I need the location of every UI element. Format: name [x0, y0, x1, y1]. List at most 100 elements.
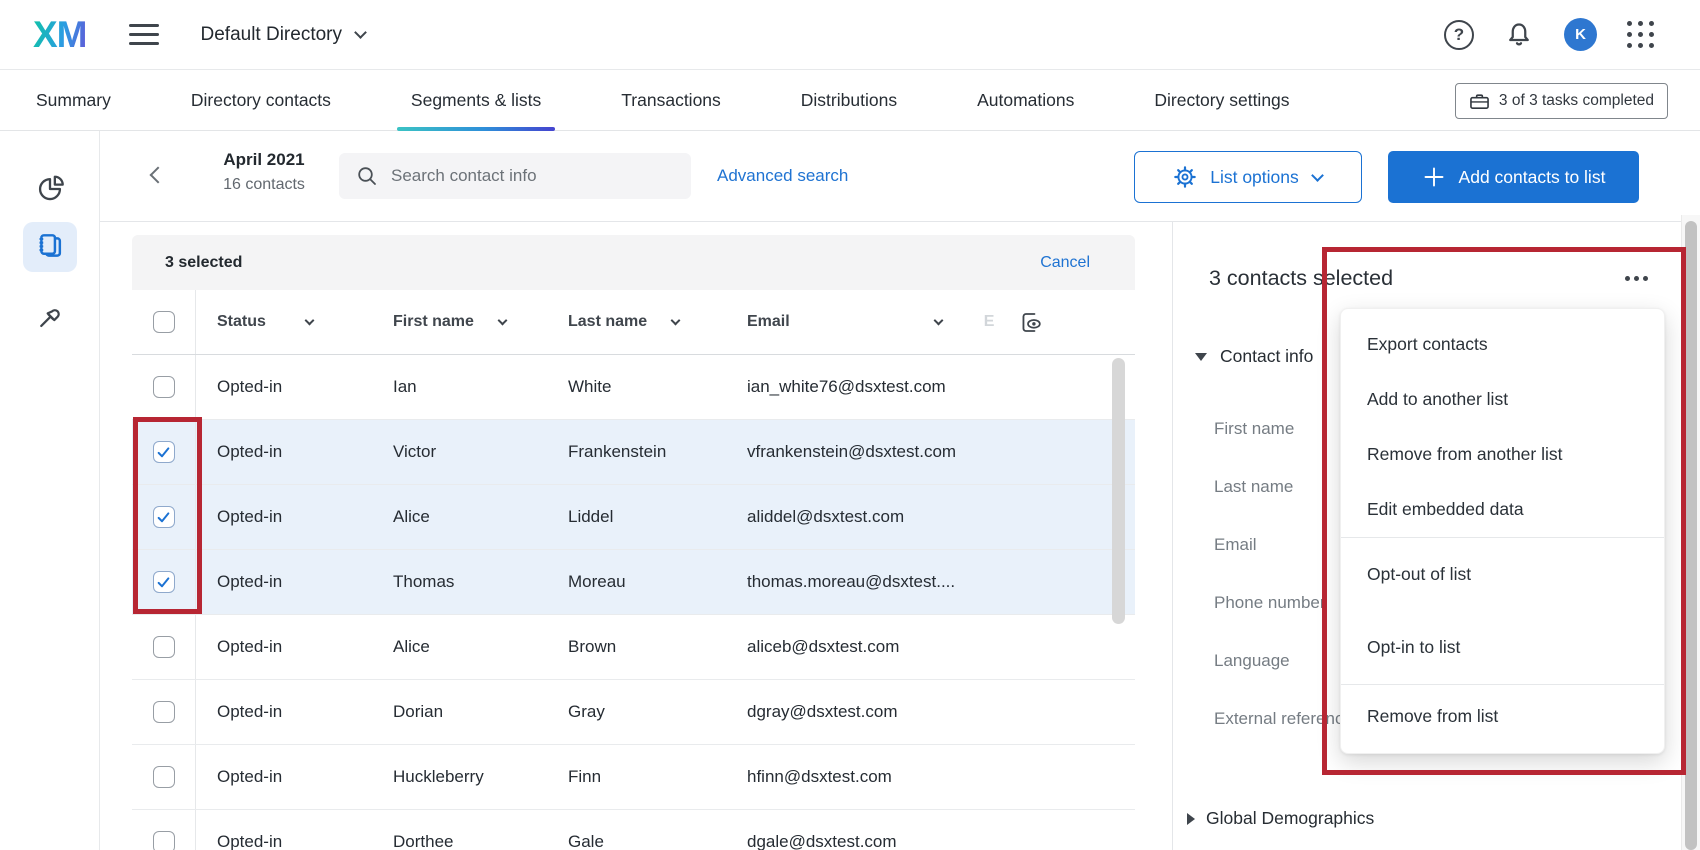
cell-first-name: Dorian — [372, 680, 547, 744]
selection-bar: 3 selected Cancel — [132, 235, 1135, 290]
tab-directory-settings[interactable]: Directory settings — [1154, 70, 1289, 130]
chevron-down-icon — [304, 315, 314, 325]
notifications-button[interactable] — [1504, 20, 1534, 50]
cell-first-name: Ian — [372, 355, 547, 419]
row-checkbox[interactable] — [153, 571, 175, 593]
plus-icon — [1422, 165, 1446, 189]
menu-item-edit-embedded-data[interactable]: Edit embedded data — [1341, 482, 1664, 537]
table-row[interactable]: Opted-in Dorian Gray dgray@dsxtest.com — [132, 680, 1135, 745]
menu-item-remove-from-list[interactable]: Remove from list — [1341, 685, 1664, 747]
row-checkbox[interactable] — [153, 506, 175, 528]
menu-item-opt-in-to-list[interactable]: Opt-in to list — [1341, 611, 1664, 684]
truncated-column-header: E — [984, 313, 995, 331]
cell-email: dgale@dsxtest.com — [726, 810, 1135, 850]
menu-item-opt-out-of-list[interactable]: Opt-out of list — [1341, 538, 1664, 611]
select-all-checkbox[interactable] — [153, 311, 175, 333]
column-header-email[interactable]: Email E — [726, 290, 1135, 354]
account-avatar[interactable]: K — [1564, 18, 1597, 51]
directory-selector[interactable]: Default Directory — [201, 24, 366, 46]
cancel-selection-button[interactable]: Cancel — [1040, 254, 1090, 272]
contact-search — [339, 153, 691, 199]
contact-info-fields: First name Last name Email Phone number … — [1214, 400, 1353, 748]
row-checkbox[interactable] — [153, 376, 175, 398]
global-demographics-section-header[interactable]: Global Demographics — [1187, 808, 1374, 829]
row-checkbox[interactable] — [153, 441, 175, 463]
triangle-down-icon — [1195, 353, 1207, 361]
search-icon — [356, 165, 378, 187]
menu-item-export-contacts[interactable]: Export contacts — [1341, 317, 1664, 372]
cell-first-name: Alice — [372, 485, 547, 549]
tab-segments-lists[interactable]: Segments & lists — [411, 70, 541, 130]
bell-icon — [1504, 20, 1534, 50]
add-contacts-label: Add contacts to list — [1459, 167, 1606, 188]
advanced-search-link[interactable]: Advanced search — [717, 166, 848, 186]
help-button[interactable]: ? — [1444, 20, 1474, 50]
list-info: April 2021 16 contacts — [208, 150, 320, 194]
sample-eyedropper-icon[interactable] — [23, 291, 77, 341]
row-checkbox[interactable] — [153, 701, 175, 723]
search-input[interactable] — [391, 166, 661, 186]
cell-first-name: Huckleberry — [372, 745, 547, 809]
help-icon: ? — [1444, 20, 1474, 50]
cell-status: Opted-in — [196, 485, 372, 549]
row-checkbox[interactable] — [153, 636, 175, 658]
list-toolbar: April 2021 16 contacts Advanced search L… — [100, 131, 1700, 222]
row-checkbox[interactable] — [153, 766, 175, 788]
hamburger-menu-icon[interactable] — [129, 24, 159, 45]
cell-email: aliceb@dsxtest.com — [726, 615, 1135, 679]
tasks-completed-button[interactable]: 3 of 3 tasks completed — [1455, 83, 1668, 119]
page-scrollbar-thumb[interactable] — [1685, 221, 1697, 850]
apps-grid-icon — [1627, 21, 1654, 48]
table-row[interactable]: Opted-in Ian White ian_white76@dsxtest.c… — [132, 355, 1135, 420]
directory-name: Default Directory — [201, 24, 343, 46]
table-row[interactable]: Opted-in Dorthee Gale dgale@dsxtest.com — [132, 810, 1135, 850]
manage-columns-button[interactable] — [1018, 310, 1043, 335]
table-scrollbar-thumb[interactable] — [1112, 358, 1125, 624]
contact-info-section-header[interactable]: Contact info — [1195, 346, 1313, 367]
column-header-first-name[interactable]: First name — [372, 290, 547, 354]
qualtrics-directory-page: XM Default Directory ? K — [0, 0, 1700, 850]
cell-status: Opted-in — [196, 810, 372, 850]
global-demographics-label: Global Demographics — [1206, 808, 1374, 829]
table-row[interactable]: Opted-in Thomas Moreau thomas.moreau@dsx… — [132, 550, 1135, 615]
more-options-button[interactable] — [1625, 276, 1648, 281]
column-visibility-eye-icon — [1018, 310, 1043, 335]
lists-notebook-icon[interactable] — [23, 222, 77, 272]
cell-last-name: Moreau — [547, 550, 726, 614]
cell-last-name: Liddel — [547, 485, 726, 549]
more-options-icon — [1625, 276, 1630, 281]
list-contact-count: 16 contacts — [208, 176, 320, 194]
menu-item-remove-from-another-list[interactable]: Remove from another list — [1341, 427, 1664, 482]
contacts-table: 3 selected Cancel Status First name Last… — [132, 235, 1135, 850]
list-options-button[interactable]: List options — [1134, 151, 1362, 203]
tab-summary[interactable]: Summary — [36, 70, 111, 130]
panel-title: 3 contacts selected — [1209, 266, 1393, 291]
field-label-external-reference: External reference — [1214, 690, 1353, 748]
tab-transactions[interactable]: Transactions — [621, 70, 721, 130]
cell-first-name: Dorthee — [372, 810, 547, 850]
tab-distributions[interactable]: Distributions — [801, 70, 897, 130]
apps-grid-button[interactable] — [1627, 21, 1654, 48]
left-icon-sidebar — [0, 131, 100, 850]
checkmark-icon — [156, 510, 171, 525]
table-row[interactable]: Opted-in Alice Brown aliceb@dsxtest.com — [132, 615, 1135, 680]
table-row[interactable]: Opted-in Alice Liddel aliddel@dsxtest.co… — [132, 485, 1135, 550]
cell-email: dgray@dsxtest.com — [726, 680, 1135, 744]
cell-status: Opted-in — [196, 745, 372, 809]
add-contacts-to-list-button[interactable]: Add contacts to list — [1388, 151, 1639, 203]
tab-automations[interactable]: Automations — [977, 70, 1074, 130]
gear-icon — [1174, 166, 1196, 188]
list-title: April 2021 — [208, 150, 320, 170]
tab-directory-contacts[interactable]: Directory contacts — [191, 70, 331, 130]
menu-item-add-to-another-list[interactable]: Add to another list — [1341, 372, 1664, 427]
column-header-last-name[interactable]: Last name — [547, 290, 726, 354]
segments-pie-icon[interactable] — [23, 164, 77, 214]
cell-status: Opted-in — [196, 615, 372, 679]
row-checkbox[interactable] — [153, 831, 175, 850]
triangle-right-icon — [1187, 813, 1195, 825]
column-header-status[interactable]: Status — [196, 290, 372, 354]
back-button[interactable] — [152, 169, 164, 184]
table-row[interactable]: Opted-in Huckleberry Finn hfinn@dsxtest.… — [132, 745, 1135, 810]
table-row[interactable]: Opted-in Victor Frankenstein vfrankenste… — [132, 420, 1135, 485]
chevron-down-icon — [671, 315, 681, 325]
